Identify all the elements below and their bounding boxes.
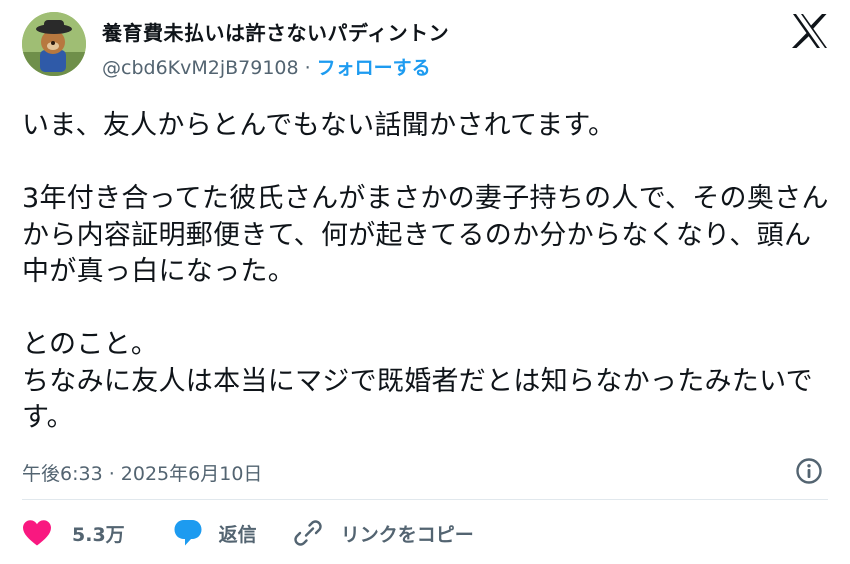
post-text: いま、友人からとんでもない話聞かされてます。 3年付き合ってた彼氏さんがまさかの… [22, 110, 829, 433]
copy-link-label: リンクをコピー [340, 523, 474, 546]
reply-label: 返信 [218, 523, 257, 546]
author-display-name[interactable]: 養育費未払いは許さないパディントン [102, 17, 449, 46]
follow-button[interactable]: フォローする [317, 57, 431, 79]
info-icon[interactable] [795, 457, 823, 485]
author-handle[interactable]: @cbd6KvM2jB79108 [102, 57, 299, 79]
action-bar: 5.3万 返信 リンクをコピー [22, 516, 474, 550]
like-button[interactable]: 5.3万 [22, 519, 125, 547]
link-icon [293, 520, 322, 546]
author-handle-row: @cbd6KvM2jB79108 · フォローする [102, 53, 431, 80]
copy-link-button[interactable]: リンクをコピー [293, 518, 474, 548]
x-logo-icon[interactable] [792, 14, 828, 48]
reply-bubble-icon [174, 520, 202, 546]
separator-dot: · [304, 57, 311, 79]
like-count: 5.3万 [72, 523, 125, 546]
divider [22, 499, 828, 500]
heart-icon [23, 520, 51, 546]
post-timestamp[interactable]: 午後6:33 · 2025年6月10日 [22, 459, 262, 486]
avatar-image [22, 12, 86, 76]
reply-button[interactable]: 返信 [173, 518, 257, 548]
avatar[interactable] [22, 12, 86, 76]
